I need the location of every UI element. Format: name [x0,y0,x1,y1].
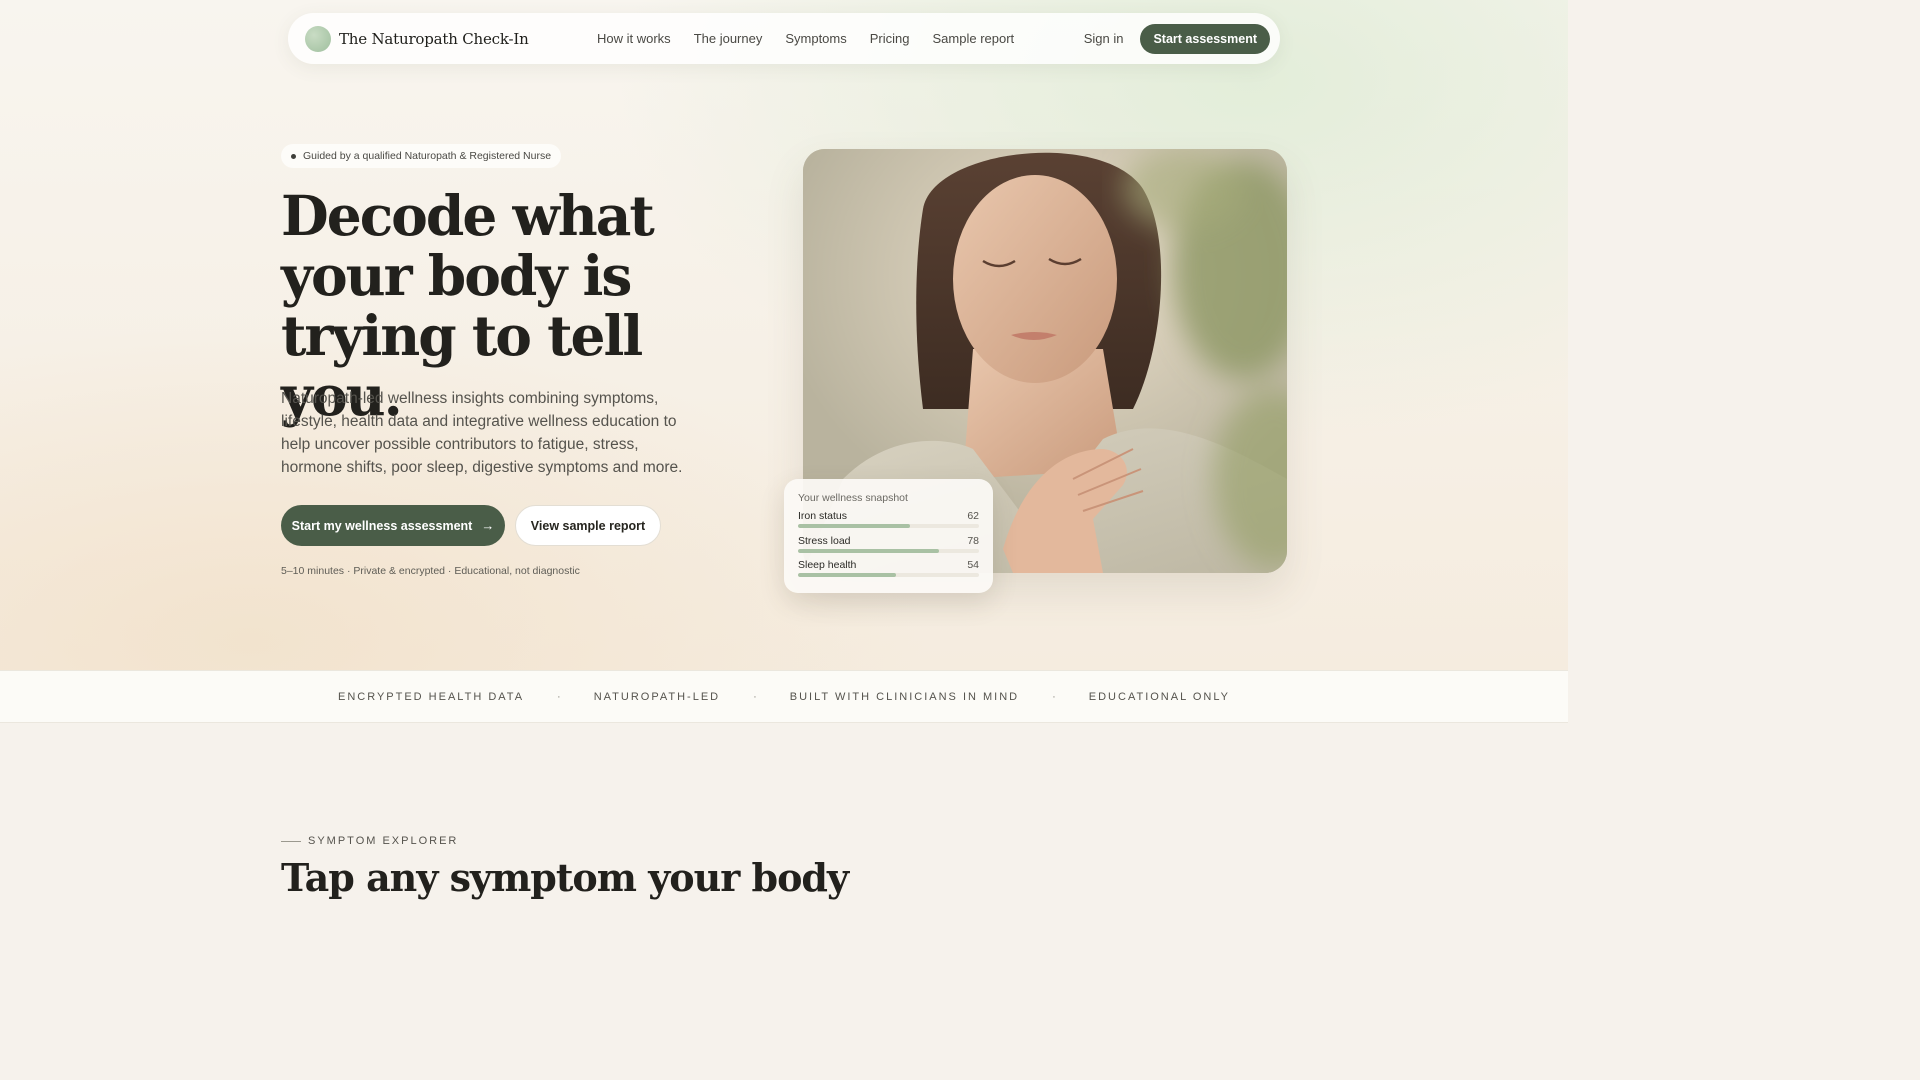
snapshot-value: 54 [967,559,979,571]
start-wellness-assessment-button[interactable]: Start my wellness assessment → [281,505,505,546]
snapshot-bar-track [798,573,979,577]
brand-name: The Naturopath Check-In [339,29,529,48]
separator-dot: · [557,690,561,703]
snapshot-title: Your wellness snapshot [798,492,908,504]
snapshot-row-sleep-health: Sleep health 54 [798,558,979,583]
eyebrow-divider [281,840,301,842]
trust-item-encrypted: ENCRYPTED HEALTH DATA [337,690,525,703]
headline-line-2: your body is [281,243,632,308]
nav-actions: Sign in Start assessment [1084,13,1270,64]
headline-line-1: Decode what [281,183,655,248]
separator-dot: · [753,690,757,703]
top-navigation: The Naturopath Check-In How it works The… [288,13,1280,64]
start-wellness-assessment-label: Start my wellness assessment [291,518,473,533]
hero-subtext: Naturopath-led wellness insights combini… [281,390,683,476]
view-sample-report-button[interactable]: View sample report [515,505,661,546]
snapshot-value: 78 [967,534,979,547]
snapshot-label: Stress load [798,534,851,547]
bullet-dot-icon [291,153,296,159]
snapshot-bar-fill [798,524,911,528]
arrow-right-icon: → [481,518,495,533]
separator-dot: · [1052,690,1056,703]
snapshot-bar-track [798,548,979,553]
start-assessment-button[interactable]: Start assessment [1140,23,1270,54]
snapshot-row-stress-load: Stress load 78 [798,534,979,559]
nav-link-sample-report[interactable]: Sample report [933,31,1015,46]
brand[interactable]: The Naturopath Check-In [305,25,529,52]
nav-links: How it works The journey Symptoms Pricin… [597,13,1037,64]
sign-in-link[interactable]: Sign in [1084,31,1124,46]
snapshot-bar-fill [798,573,896,577]
eyebrow-text: SYMPTOM EXPLORER [308,835,459,847]
section-eyebrow: SYMPTOM EXPLORER [281,835,458,847]
nav-link-pricing[interactable]: Pricing [870,31,910,46]
section-title: Tap any symptom your body [281,855,849,900]
credential-badge: Guided by a qualified Naturopath & Regis… [281,144,562,168]
credential-badge-text: Guided by a qualified Naturopath & Regis… [303,150,552,162]
snapshot-value: 62 [967,510,979,522]
nav-link-how-it-works[interactable]: How it works [597,31,671,46]
nav-link-symptoms[interactable]: Symptoms [785,31,846,46]
snapshot-bar-fill [798,548,940,553]
snapshot-label: Iron status [798,510,848,522]
trust-item-built-with-clinicians: BUILT WITH CLINICIANS IN MIND [789,690,1020,703]
snapshot-bar-track [798,524,979,528]
trust-strip: ENCRYPTED HEALTH DATA · NATUROPATH-LED ·… [0,670,1568,723]
hero-footnote: 5–10 minutes · Private & encrypted · Edu… [281,565,580,577]
snapshot-label: Sleep health [798,559,857,571]
wellness-snapshot-card: Your wellness snapshot Iron status 62 St… [784,479,993,593]
trust-item-educational-only: EDUCATIONAL ONLY [1088,690,1230,703]
snapshot-row-iron-status: Iron status 62 [798,509,979,534]
trust-item-naturopath-led: NATUROPATH-LED [593,690,721,703]
brand-logo-icon [305,25,331,52]
nav-link-the-journey[interactable]: The journey [694,31,763,46]
